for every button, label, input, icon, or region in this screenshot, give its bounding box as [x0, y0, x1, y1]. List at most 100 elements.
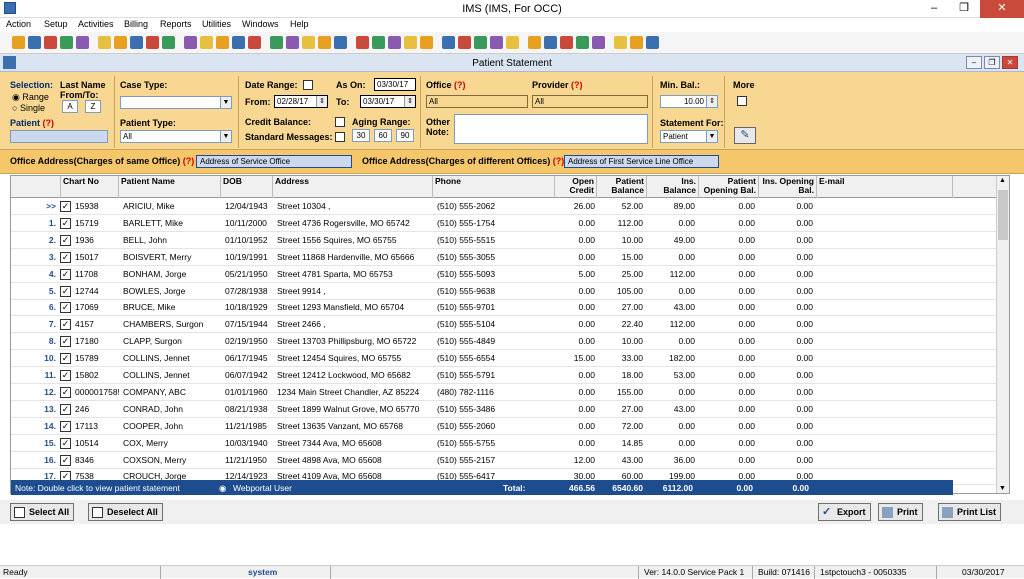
- min-bal-input[interactable]: 10.00 ⇕: [660, 95, 718, 108]
- col-email[interactable]: E-mail: [817, 176, 953, 198]
- aging-60-input[interactable]: 60: [374, 129, 392, 142]
- toolbar-button-icon[interactable]: [420, 36, 433, 49]
- lastname-from-input[interactable]: A: [62, 100, 78, 113]
- col-dob[interactable]: DOB: [221, 176, 273, 198]
- toolbar-button-icon[interactable]: [130, 36, 143, 49]
- table-row[interactable]: 15. ✓ 10514 COX, Merry 10/03/1940 Street 7344…: [11, 435, 997, 452]
- table-row[interactable]: 8. ✓ 17180 CLAPP, Surgon 02/19/1950 Street 13…: [11, 333, 997, 351]
- toolbar-button-icon[interactable]: [270, 36, 283, 49]
- toolbar-button-icon[interactable]: [614, 36, 627, 49]
- statement-for-select[interactable]: Patient ▼: [660, 130, 718, 143]
- toolbar-button-icon[interactable]: [216, 36, 229, 49]
- menu-activities[interactable]: Activities: [78, 19, 114, 29]
- toolbar-button-icon[interactable]: [200, 36, 213, 49]
- menu-windows[interactable]: Windows: [242, 19, 279, 29]
- toolbar-button-icon[interactable]: [388, 36, 401, 49]
- row-checkbox[interactable]: ✓: [60, 370, 71, 381]
- generate-icon[interactable]: ✎: [734, 127, 756, 144]
- toolbar-button-icon[interactable]: [474, 36, 487, 49]
- menu-help[interactable]: Help: [290, 19, 309, 29]
- same-office-address-input[interactable]: Address of Service Office: [196, 155, 352, 168]
- print-button[interactable]: Print: [878, 503, 923, 521]
- col-patient-balance[interactable]: Patient Balance: [597, 176, 647, 198]
- toolbar-button-icon[interactable]: [560, 36, 573, 49]
- toolbar-button-icon[interactable]: [162, 36, 175, 49]
- toolbar-button-icon[interactable]: [76, 36, 89, 49]
- row-checkbox[interactable]: ✓: [60, 454, 71, 466]
- menu-utilities[interactable]: Utilities: [202, 19, 231, 29]
- print-list-button[interactable]: Print List: [938, 503, 1002, 521]
- col-patient-name[interactable]: Patient Name: [119, 176, 221, 198]
- standard-messages-checkbox[interactable]: [335, 132, 345, 142]
- toolbar-button-icon[interactable]: [28, 36, 41, 49]
- grid-vertical-scrollbar[interactable]: ▲ ▼: [996, 176, 1009, 493]
- toolbar-button-icon[interactable]: [302, 36, 315, 49]
- toolbar-button-icon[interactable]: [528, 36, 541, 49]
- range-radio[interactable]: ◉ Range: [12, 92, 49, 103]
- row-checkbox[interactable]: ✓: [60, 217, 71, 229]
- row-checkbox[interactable]: ✓: [60, 302, 71, 314]
- table-row[interactable]: 12. ✓ 0000017585 COMPANY, ABC 01/01/1960 1234…: [11, 384, 997, 401]
- toolbar-button-icon[interactable]: [318, 36, 331, 49]
- select-all-button[interactable]: Select All: [10, 503, 75, 521]
- more-checkbox[interactable]: [737, 96, 747, 106]
- scroll-up-icon[interactable]: ▲: [999, 177, 1006, 184]
- table-row[interactable]: 13. ✓ 246 CONRAD, John 08/21/1938 Street 1899…: [11, 401, 997, 418]
- toolbar-button-icon[interactable]: [286, 36, 299, 49]
- form-restore-button[interactable]: ❐: [984, 56, 1000, 69]
- toolbar-button-icon[interactable]: [490, 36, 503, 49]
- col-ins-opening-bal[interactable]: Ins. Opening Bal.: [759, 176, 817, 198]
- menu-setup[interactable]: Setup: [44, 19, 68, 29]
- table-row[interactable]: 5. ✓ 12744 BOWLES, Jorge 07/28/1938 Street 99…: [11, 283, 997, 300]
- toolbar-button-icon[interactable]: [232, 36, 245, 49]
- toolbar-button-icon[interactable]: [544, 36, 557, 49]
- row-checkbox[interactable]: ✓: [60, 336, 71, 348]
- scrollbar-thumb[interactable]: [998, 190, 1008, 240]
- single-radio[interactable]: ○ Single: [12, 103, 45, 113]
- to-date-input[interactable]: 03/30/17 ⇕: [360, 95, 416, 108]
- toolbar-button-icon[interactable]: [184, 36, 197, 49]
- toolbar-button-icon[interactable]: [442, 36, 455, 49]
- row-checkbox[interactable]: ✓: [60, 353, 71, 365]
- toolbar-button-icon[interactable]: [60, 36, 73, 49]
- toolbar-button-icon[interactable]: [506, 36, 519, 49]
- table-row[interactable]: 10. ✓ 15789 COLLINS, Jennet 06/17/1945 Street…: [11, 350, 997, 368]
- table-row[interactable]: >> ✓ 15938 ARICIU, Mike 12/04/1943 Street 103…: [11, 198, 997, 215]
- toolbar-button-icon[interactable]: [248, 36, 261, 49]
- toolbar-button-icon[interactable]: [146, 36, 159, 49]
- toolbar-button-icon[interactable]: [646, 36, 659, 49]
- toolbar-button-icon[interactable]: [458, 36, 471, 49]
- table-row[interactable]: 6. ✓ 17069 BRUCE, Mike 10/18/1929 Street 1293…: [11, 299, 997, 317]
- aging-30-input[interactable]: 30: [352, 129, 370, 142]
- row-checkbox[interactable]: ✓: [60, 268, 71, 280]
- menu-action[interactable]: Action: [6, 19, 31, 29]
- date-range-checkbox[interactable]: [303, 80, 313, 90]
- case-type-select[interactable]: ▼: [120, 96, 232, 109]
- scroll-down-icon[interactable]: ▼: [999, 485, 1006, 492]
- table-row[interactable]: 2. ✓ 1936 BELL, John 01/10/1952 Street 1556 S…: [11, 232, 997, 249]
- diff-office-address-input[interactable]: Address of First Service Line Office: [564, 155, 719, 168]
- toolbar-button-icon[interactable]: [576, 36, 589, 49]
- col-phone[interactable]: Phone: [433, 176, 555, 198]
- col-ins-balance[interactable]: Ins. Balance: [647, 176, 699, 198]
- row-checkbox[interactable]: ✓: [60, 319, 71, 331]
- credit-balance-checkbox[interactable]: [335, 117, 345, 127]
- minimize-button[interactable]: –: [920, 0, 948, 18]
- toolbar-button-icon[interactable]: [630, 36, 643, 49]
- deselect-all-button[interactable]: Deselect All: [88, 503, 163, 521]
- table-row[interactable]: 16. ✓ 8346 COXSON, Merry 11/21/1950 Street 48…: [11, 452, 997, 469]
- row-checkbox[interactable]: ✓: [60, 251, 71, 263]
- close-button[interactable]: ✕: [980, 0, 1024, 18]
- table-row[interactable]: 7. ✓ 4157 CHAMBERS, Surgon 07/15/1944 Street …: [11, 316, 997, 334]
- col-chart-no[interactable]: Chart No: [61, 176, 119, 198]
- row-checkbox[interactable]: ✓: [60, 420, 71, 432]
- other-note-input[interactable]: [454, 114, 648, 144]
- row-checkbox[interactable]: ✓: [60, 285, 71, 297]
- toolbar-button-icon[interactable]: [372, 36, 385, 49]
- row-checkbox[interactable]: ✓: [60, 403, 71, 415]
- restore-button[interactable]: ❐: [950, 0, 978, 18]
- office-input[interactable]: All: [426, 95, 528, 108]
- toolbar-button-icon[interactable]: [98, 36, 111, 49]
- patient-input[interactable]: [10, 130, 108, 143]
- aging-90-input[interactable]: 90: [396, 129, 414, 142]
